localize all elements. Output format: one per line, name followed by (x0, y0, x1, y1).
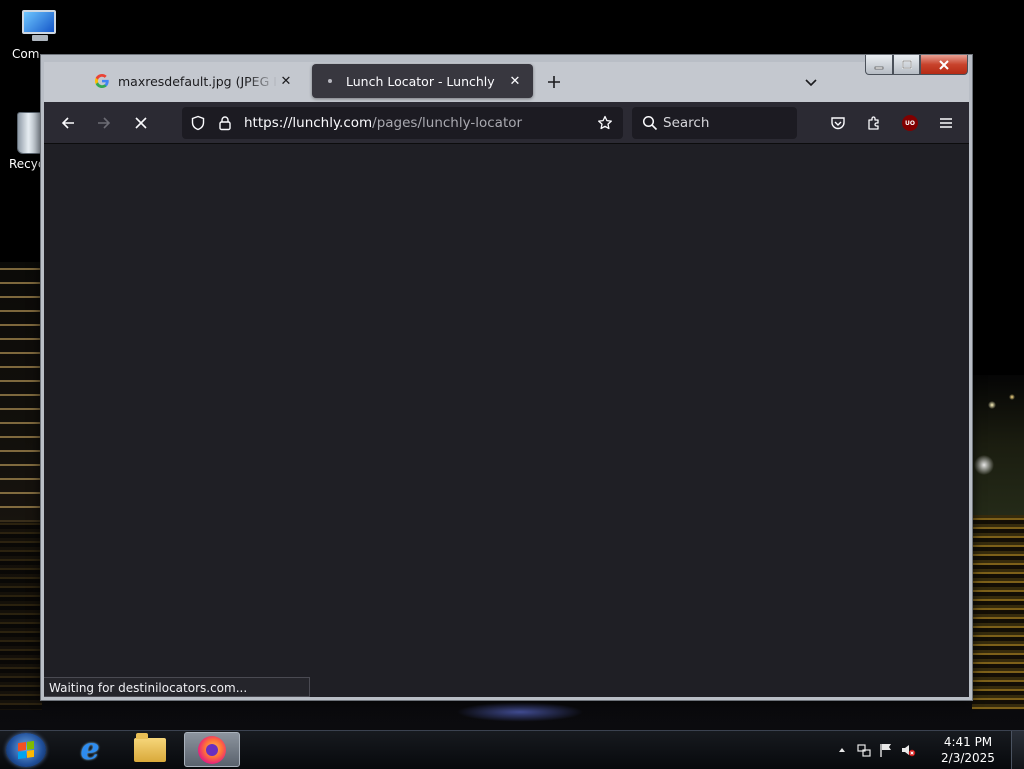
puzzle-piece-icon (868, 116, 879, 130)
google-g-icon (94, 73, 110, 89)
list-all-tabs-button[interactable] (799, 70, 823, 94)
tab-title: Lunch Locator - Lunchly (346, 73, 495, 89)
system-tray: 4:41 PM 2/3/2025 (834, 731, 1024, 769)
action-center-flag-icon[interactable] (878, 742, 894, 758)
window-controls (865, 55, 968, 75)
clock-date: 2/3/2025 (941, 751, 995, 765)
volume-muted-icon[interactable] (900, 742, 916, 758)
search-icon (642, 115, 658, 131)
start-button[interactable] (6, 733, 46, 767)
computer-icon (18, 10, 60, 44)
url-path: /pages/lunchly-locator (372, 115, 523, 131)
stop-x-icon (135, 117, 147, 129)
wallpaper-city-right (972, 375, 1024, 515)
url-bar[interactable]: https://lunchly.com/pages/lunchly-locato… (182, 107, 623, 139)
lock-icon[interactable] (217, 115, 233, 131)
back-button[interactable] (53, 108, 83, 138)
wallpaper-water-right (972, 515, 1024, 710)
loading-dot-icon (322, 73, 338, 89)
search-box[interactable]: Search (632, 107, 797, 139)
extensions-button[interactable] (859, 108, 889, 138)
pocket-button[interactable] (823, 108, 853, 138)
ublock-origin-icon: UO (902, 115, 918, 131)
taskbar-file-explorer[interactable] (122, 732, 178, 767)
arrow-left-icon (61, 117, 74, 129)
navigation-toolbar: https://lunchly.com/pages/lunchly-locato… (44, 102, 969, 144)
ublock-origin-button[interactable]: UO (895, 108, 925, 138)
search-placeholder: Search (663, 115, 710, 131)
windows-logo-icon (18, 740, 34, 760)
tab-title: maxresdefault.jpg (JPEG Image (118, 73, 278, 89)
minimize-icon (874, 66, 884, 69)
url-host: https://lunchly.com (244, 115, 373, 131)
show-desktop-button[interactable] (1011, 731, 1024, 769)
browser-window: maxresdefault.jpg (JPEG Image ✕ Lunch Lo… (40, 54, 973, 701)
close-icon (939, 59, 949, 70)
app-menu-button[interactable] (931, 108, 961, 138)
url-text[interactable]: https://lunchly.com/pages/lunchly-locato… (244, 115, 522, 131)
forward-button[interactable] (89, 108, 119, 138)
clock-time: 4:41 PM (943, 735, 993, 749)
firefox-icon (198, 735, 226, 764)
maximize-button[interactable] (893, 55, 920, 75)
close-tab-icon[interactable]: ✕ (278, 73, 294, 89)
wallpaper-water-left (0, 520, 42, 710)
taskbar-firefox[interactable] (184, 732, 240, 767)
hamburger-menu-icon (940, 118, 952, 128)
internet-explorer-icon: e (80, 732, 100, 767)
status-panel: Waiting for destinilocators.com... (44, 677, 310, 697)
tab-strip: maxresdefault.jpg (JPEG Image ✕ Lunch Lo… (44, 62, 969, 102)
taskbar-internet-explorer[interactable]: e (62, 732, 118, 767)
maximize-icon (901, 59, 912, 69)
tracking-protection-shield-icon[interactable] (190, 115, 206, 131)
chevron-down-icon (805, 79, 817, 87)
network-icon[interactable] (856, 742, 872, 758)
close-tab-icon[interactable]: ✕ (507, 73, 523, 89)
show-hidden-icons-chevron-icon[interactable] (834, 742, 850, 758)
taskbar: e 4:41 PM 2/3/2025 (0, 730, 1024, 769)
page-content-area[interactable] (44, 144, 969, 697)
new-tab-button[interactable] (542, 70, 566, 94)
tab-maxresdefault[interactable]: maxresdefault.jpg (JPEG Image ✕ (84, 64, 304, 98)
minimize-button[interactable] (865, 55, 893, 75)
file-explorer-icon (134, 732, 166, 762)
arrow-right-icon (98, 117, 111, 129)
stop-loading-button[interactable] (126, 108, 156, 138)
plus-icon (548, 76, 560, 88)
close-window-button[interactable] (920, 55, 968, 75)
bookmark-star-icon[interactable] (597, 115, 613, 131)
pocket-icon (831, 117, 845, 130)
wallpaper-city-left (0, 262, 42, 522)
tab-lunch-locator[interactable]: Lunch Locator - Lunchly ✕ (312, 64, 533, 98)
clock[interactable]: 4:41 PM 2/3/2025 (938, 734, 998, 766)
